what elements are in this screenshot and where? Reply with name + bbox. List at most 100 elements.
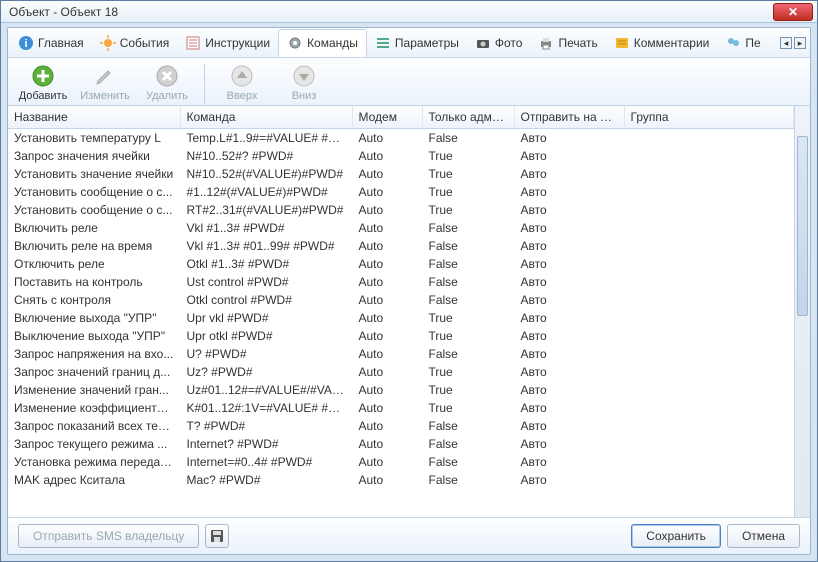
cell-a: True xyxy=(422,399,514,417)
table-row[interactable]: Запрос показаний всех тер...T? #PWD#Auto… xyxy=(8,417,794,435)
cell-a: False xyxy=(422,453,514,471)
table-row[interactable]: Установить сообщение о с...#1..12#(#VALU… xyxy=(8,183,794,201)
column-header-5[interactable]: Группа xyxy=(624,106,794,129)
cell-m: Auto xyxy=(352,345,422,363)
cell-c: U? #PWD# xyxy=(180,345,352,363)
tab-2[interactable]: Инструкции xyxy=(177,29,278,57)
arrow-down-icon xyxy=(292,64,316,88)
table-row[interactable]: Запрос значений границ д...Uz? #PWD#Auto… xyxy=(8,363,794,381)
tab-7[interactable]: Комментарии xyxy=(606,29,718,57)
tab-8[interactable]: Пе xyxy=(717,29,768,57)
table-row[interactable]: Установить температуру LTemp.L#1..9#=#VA… xyxy=(8,129,794,148)
table-row[interactable]: Изменение значений гран...Uz#01..12#=#VA… xyxy=(8,381,794,399)
table-row[interactable]: Установка режима передач...Internet=#0..… xyxy=(8,453,794,471)
column-header-0[interactable]: Название xyxy=(8,106,180,129)
cell-a: False xyxy=(422,255,514,273)
camera-icon xyxy=(475,35,491,51)
cell-c: RT#2..31#(#VALUE#)#PWD# xyxy=(180,201,352,219)
tab-label: Параметры xyxy=(395,36,459,50)
cell-g xyxy=(624,345,794,363)
cell-m: Auto xyxy=(352,453,422,471)
table-row[interactable]: Включение выхода "УПР"Upr vkl #PWD#AutoT… xyxy=(8,309,794,327)
table-row[interactable]: Включить реле на времяVkl #1..3# #01..99… xyxy=(8,237,794,255)
table-row[interactable]: Установить сообщение о с...RT#2..31#(#VA… xyxy=(8,201,794,219)
cell-s: Авто xyxy=(514,417,624,435)
tabs-scroll-left[interactable]: ◂ xyxy=(780,37,792,49)
column-header-3[interactable]: Только адми... xyxy=(422,106,514,129)
vertical-scrollbar[interactable] xyxy=(794,106,810,517)
cell-g xyxy=(624,183,794,201)
cell-c: Upr otkl #PWD# xyxy=(180,327,352,345)
table-row[interactable]: Запрос напряжения на вхо...U? #PWD#AutoF… xyxy=(8,345,794,363)
down-button[interactable]: Вниз xyxy=(275,62,333,104)
tab-4[interactable]: Параметры xyxy=(367,29,467,57)
column-header-4[interactable]: Отправить на ном... xyxy=(514,106,624,129)
edit-button[interactable]: Изменить xyxy=(76,62,134,104)
cell-c: Vkl #1..3# #01..99# #PWD# xyxy=(180,237,352,255)
cell-m: Auto xyxy=(352,471,422,489)
tab-5[interactable]: Фото xyxy=(467,29,531,57)
cell-m: Auto xyxy=(352,363,422,381)
table-row[interactable]: Поставить на контрольUst control #PWD#Au… xyxy=(8,273,794,291)
cell-a: False xyxy=(422,345,514,363)
pencil-icon xyxy=(93,64,117,88)
send-sms-button[interactable]: Отправить SMS владельцу xyxy=(18,524,199,548)
bottom-bar: Отправить SMS владельцу Сохранить Отмена xyxy=(8,518,810,554)
cell-c: N#10..52#(#VALUE#)#PWD# xyxy=(180,165,352,183)
tab-1[interactable]: События xyxy=(92,29,178,57)
cancel-button[interactable]: Отмена xyxy=(727,524,800,548)
save-button[interactable]: Сохранить xyxy=(631,524,721,548)
sliders-icon xyxy=(375,35,391,51)
cell-g xyxy=(624,147,794,165)
cell-g xyxy=(624,165,794,183)
cell-a: True xyxy=(422,183,514,201)
column-header-1[interactable]: Команда xyxy=(180,106,352,129)
tab-label: Печать xyxy=(558,36,597,50)
cell-n: Установить сообщение о с... xyxy=(8,183,180,201)
toolbar: Добавить Изменить Удалить Вверх Вниз xyxy=(8,58,810,106)
cell-g xyxy=(624,327,794,345)
cell-g xyxy=(624,129,794,148)
table-row[interactable]: Отключить релеOtkl #1..3# #PWD#AutoFalse… xyxy=(8,255,794,273)
tab-0[interactable]: iГлавная xyxy=(10,29,92,57)
table-row[interactable]: Установить значение ячейкиN#10..52#(#VAL… xyxy=(8,165,794,183)
cell-s: Авто xyxy=(514,147,624,165)
cell-m: Auto xyxy=(352,129,422,148)
cell-c: Upr vkl #PWD# xyxy=(180,309,352,327)
tab-label: Пе xyxy=(745,36,760,50)
close-button[interactable]: ✕ xyxy=(773,3,813,21)
table-row[interactable]: Изменение коэффициента ...K#01..12#:1V=#… xyxy=(8,399,794,417)
scroll-thumb[interactable] xyxy=(797,136,808,316)
save-disk-button[interactable] xyxy=(205,524,229,548)
tab-6[interactable]: Печать xyxy=(530,29,605,57)
cell-m: Auto xyxy=(352,237,422,255)
tab-label: Фото xyxy=(495,36,523,50)
cell-c: Uz#01..12#=#VALUE#/#VALUE# ... xyxy=(180,381,352,399)
cell-g xyxy=(624,471,794,489)
cell-s: Авто xyxy=(514,381,624,399)
table-row[interactable]: Запрос текущего режима ...Internet? #PWD… xyxy=(8,435,794,453)
table-row[interactable]: Запрос значения ячейкиN#10..52#? #PWD#Au… xyxy=(8,147,794,165)
table-row[interactable]: MAK адрес КситалаMac? #PWD#AutoFalseАвто xyxy=(8,471,794,489)
table-row[interactable]: Включить релеVkl #1..3# #PWD#AutoFalseАв… xyxy=(8,219,794,237)
cell-n: Изменение значений гран... xyxy=(8,381,180,399)
add-button[interactable]: Добавить xyxy=(14,62,72,104)
tab-3[interactable]: Команды xyxy=(278,29,367,57)
data-grid[interactable]: НазваниеКомандаМодемТолько адми...Отправ… xyxy=(8,106,794,517)
window-body: iГлавнаяСобытияИнструкцииКоманды Параметр… xyxy=(7,27,811,555)
tabs-scroll-right[interactable]: ▸ xyxy=(794,37,806,49)
cell-a: False xyxy=(422,219,514,237)
table-row[interactable]: Снять с контроляOtkl control #PWD#AutoFa… xyxy=(8,291,794,309)
up-button[interactable]: Вверх xyxy=(213,62,271,104)
cell-s: Авто xyxy=(514,399,624,417)
cell-s: Авто xyxy=(514,183,624,201)
delete-button[interactable]: Удалить xyxy=(138,62,196,104)
cell-g xyxy=(624,381,794,399)
cell-a: False xyxy=(422,237,514,255)
cell-n: Установить сообщение о с... xyxy=(8,201,180,219)
cell-c: K#01..12#:1V=#VALUE# #PWD# xyxy=(180,399,352,417)
cell-s: Авто xyxy=(514,255,624,273)
tabs-bar: iГлавнаяСобытияИнструкцииКоманды Параметр… xyxy=(8,28,810,58)
column-header-2[interactable]: Модем xyxy=(352,106,422,129)
table-row[interactable]: Выключение выхода "УПР"Upr otkl #PWD#Aut… xyxy=(8,327,794,345)
